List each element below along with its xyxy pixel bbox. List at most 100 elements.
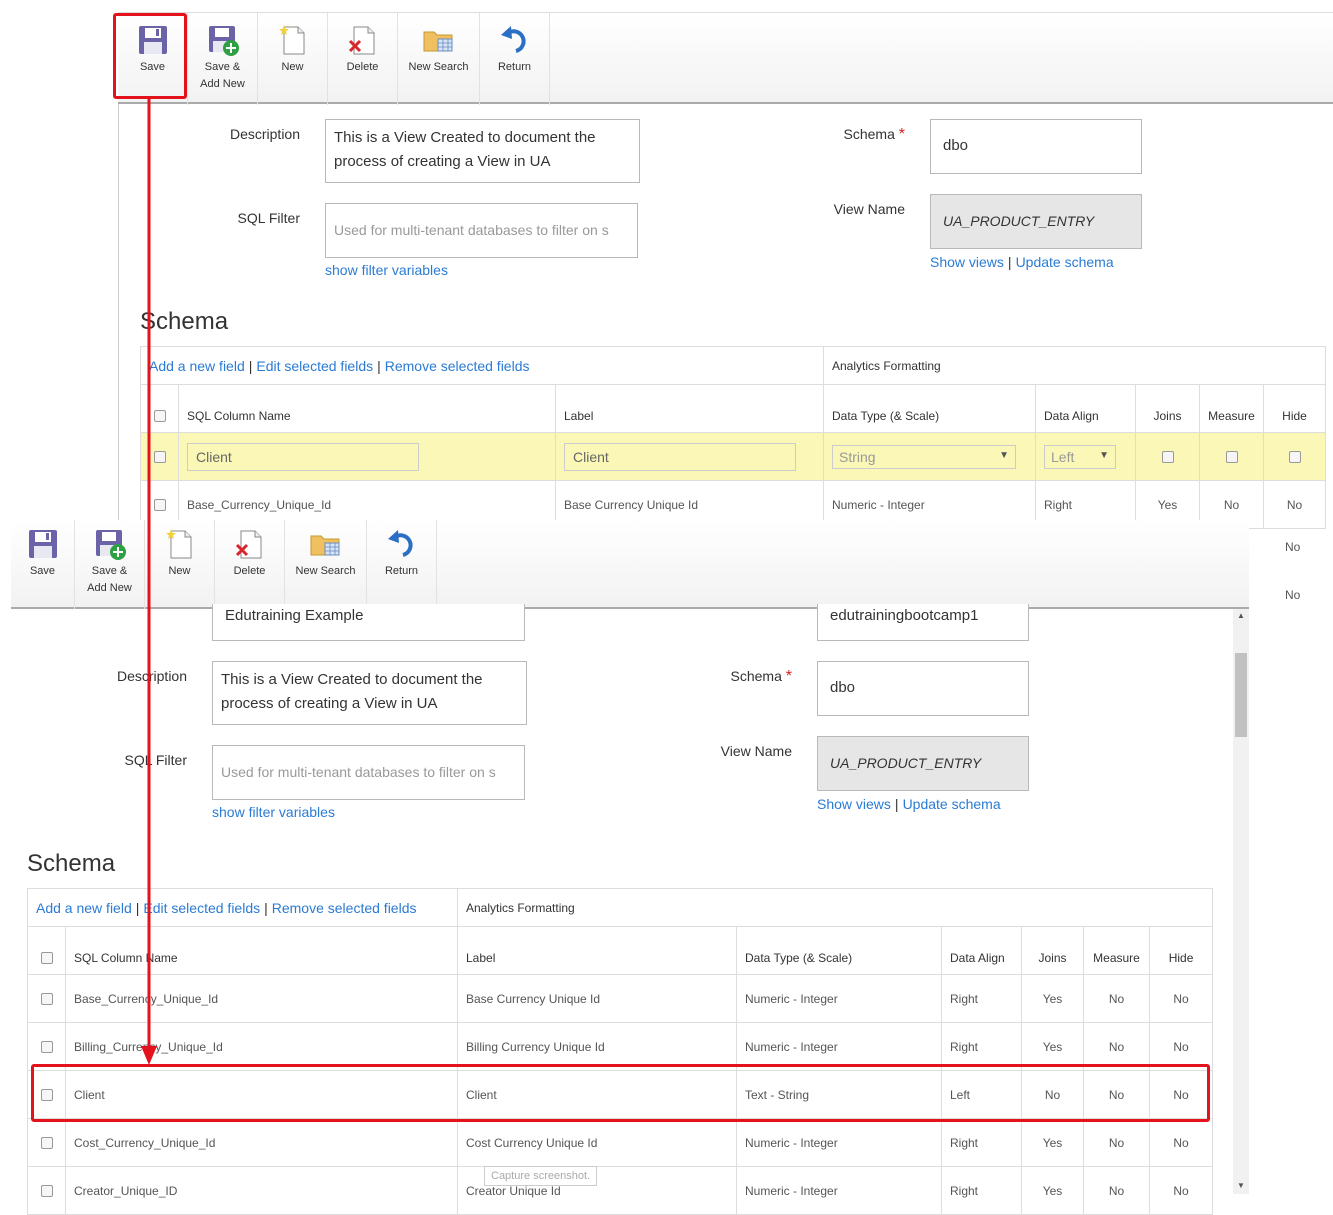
cell-sql: Base_Currency_Unique_Id <box>65 974 458 1023</box>
show-filter-variables-link[interactable]: show filter variables <box>325 262 448 278</box>
edit-sql-cell: Client <box>178 432 556 481</box>
dropdown-arrow-icon: ▼ <box>999 449 1009 461</box>
hide-checkbox[interactable] <box>1288 451 1301 464</box>
show-views-link[interactable]: Show views <box>930 254 1004 270</box>
view-title-input[interactable]: Edutraining Example <box>212 604 525 641</box>
schema-input[interactable]: dbo <box>930 119 1142 174</box>
table-row: Creator_Unique_ID Creator Unique Id Nume… <box>27 1166 1214 1215</box>
row-checkbox[interactable] <box>40 1185 53 1198</box>
return-button[interactable]: Return <box>480 13 550 105</box>
row-check-cell <box>27 974 66 1023</box>
col-align: Data Align <box>941 926 1022 975</box>
top-schema-table: Add a new field | Edit selected fields | Rem… <box>140 346 1326 529</box>
measure-checkbox[interactable] <box>1225 451 1238 464</box>
new-search-label: New Search <box>295 565 356 577</box>
new-document-icon <box>278 25 304 55</box>
remove-fields-link[interactable]: Remove selected fields <box>385 358 530 374</box>
add-field-link[interactable]: Add a new field <box>36 900 132 916</box>
bottom-toolbar: Save Save & Add New New Delete New Searc… <box>11 520 1249 609</box>
label-input[interactable]: Client <box>564 442 796 471</box>
view-name-label: View Name <box>833 201 905 217</box>
add-field-link[interactable]: Add a new field <box>149 358 245 374</box>
schema-section-title: Schema <box>27 850 116 877</box>
new-button[interactable]: New <box>258 13 328 105</box>
schema-actions: Add a new field | Edit selected fields | Rem… <box>27 888 458 927</box>
data-type-select[interactable]: String ▼ <box>832 444 1016 469</box>
folder-search-icon <box>310 535 339 556</box>
schema-actions: Add a new field | Edit selected fields | Rem… <box>140 346 824 385</box>
scroll-down-arrow-icon[interactable]: ▼ <box>1237 1181 1245 1190</box>
required-asterisk: * <box>785 668 792 685</box>
extra-hide-cell-1: No <box>1285 540 1301 554</box>
delete-button[interactable]: Delete <box>215 520 285 609</box>
description-textarea[interactable]: This is a View Created to document the p… <box>325 119 640 183</box>
delete-label: Delete <box>233 565 266 577</box>
update-schema-link[interactable]: Update schema <box>903 796 1001 812</box>
save-add-new-button[interactable]: Save & Add New <box>188 13 258 105</box>
delete-label: Delete <box>346 61 379 73</box>
col-sql: SQL Column Name <box>178 384 556 433</box>
save-add-label-1: Save & <box>204 61 241 73</box>
save-add-label-2: Add New <box>87 582 132 594</box>
sep: | <box>264 899 268 916</box>
remove-fields-link[interactable]: Remove selected fields <box>272 900 417 916</box>
cell-align: Right <box>941 974 1022 1023</box>
col-label: Label <box>555 384 824 433</box>
save-button[interactable]: Save <box>11 520 75 609</box>
show-filter-variables-link[interactable]: show filter variables <box>212 804 335 820</box>
cell-hide: No <box>1263 480 1326 529</box>
col-joins: Joins <box>1021 926 1084 975</box>
return-button[interactable]: Return <box>367 520 437 609</box>
edit-hide-cell <box>1263 432 1326 481</box>
floppy-disk-plus-icon <box>95 530 126 560</box>
col-hide: Hide <box>1148 926 1214 975</box>
show-views-link[interactable]: Show views <box>817 796 891 812</box>
cell-joins: Yes <box>1021 1166 1084 1215</box>
joins-checkbox[interactable] <box>1161 451 1174 464</box>
analytics-formatting-header: Analytics Formatting <box>456 888 1214 927</box>
data-align-select[interactable]: Left ▼ <box>1044 444 1116 469</box>
new-search-button[interactable]: New Search <box>398 13 480 105</box>
row-checkbox[interactable] <box>40 1137 53 1150</box>
col-joins: Joins <box>1135 384 1200 433</box>
update-schema-link[interactable]: Update schema <box>1016 254 1114 270</box>
view-name-input: UA_PRODUCT_ENTRY <box>817 736 1029 791</box>
floppy-disk-plus-icon <box>208 26 239 56</box>
description-text-line1: This is a View Created to document the <box>221 671 483 688</box>
description-label: Description <box>229 126 300 142</box>
new-search-button[interactable]: New Search <box>285 520 367 609</box>
row-checkbox[interactable] <box>40 993 53 1006</box>
scrollbar-thumb[interactable] <box>1235 653 1247 737</box>
edit-fields-link[interactable]: Edit selected fields <box>256 358 373 374</box>
description-textarea[interactable]: This is a View Created to document the p… <box>212 661 527 725</box>
sql-column-input[interactable]: Client <box>187 442 419 471</box>
cell-measure: No <box>1083 1166 1150 1215</box>
schema-input[interactable]: dbo <box>817 661 1029 716</box>
sql-filter-input[interactable]: Used for multi-tenant databases to filte… <box>212 745 525 800</box>
link-separator: | <box>1007 254 1012 270</box>
schema-label: Schema * <box>687 668 792 686</box>
description-text-line2: process of creating a View in UA <box>334 153 551 170</box>
delete-document-icon <box>348 26 374 55</box>
folder-search-icon <box>423 31 452 52</box>
cell-align: Right <box>941 1118 1022 1167</box>
save-add-new-button[interactable]: Save & Add New <box>75 520 145 609</box>
sql-filter-input[interactable]: Used for multi-tenant databases to filte… <box>325 203 638 258</box>
edit-type-cell: String ▼ <box>823 432 1036 481</box>
database-input[interactable]: edutrainingbootcamp1 <box>817 604 1029 641</box>
extra-hide-cell-2: No <box>1285 588 1301 602</box>
save-add-label-2: Add New <box>200 78 245 90</box>
scroll-up-arrow-icon[interactable]: ▲ <box>1237 611 1245 620</box>
delete-button[interactable]: Delete <box>328 13 398 105</box>
select-all-checkbox[interactable] <box>40 952 53 965</box>
link-separator: | <box>894 796 899 812</box>
vertical-scrollbar[interactable]: ▲ ▼ <box>1233 609 1249 1194</box>
annotation-arrow <box>141 96 157 1065</box>
col-type: Data Type (& Scale) <box>823 384 1036 433</box>
return-arrow-icon <box>500 26 526 53</box>
return-label: Return <box>497 61 532 73</box>
bottom-schema-table: Add a new field | Edit selected fields | Rem… <box>27 888 1214 1215</box>
row-checkbox[interactable] <box>40 1041 53 1054</box>
client-row-highlight-box <box>31 1064 1210 1122</box>
col-align: Data Align <box>1035 384 1136 433</box>
